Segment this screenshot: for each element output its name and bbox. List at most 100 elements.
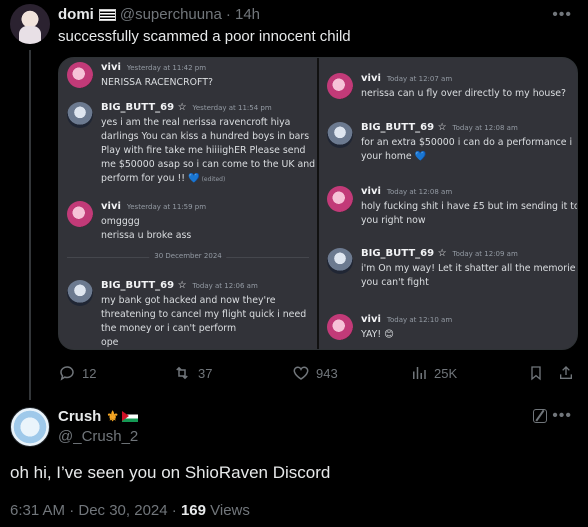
discord-avatar — [67, 201, 93, 227]
tweet-media-screenshot[interactable]: vivi Yesterday at 11:42 pm NERISSA RACENCR… — [58, 57, 578, 350]
discord-message-line: my bank got hacked and now they're — [101, 295, 276, 306]
reply-avatar[interactable] — [10, 407, 50, 447]
crown-icon: ⚜ — [106, 408, 119, 424]
tweet-text: successfully scammed a poor innocent chi… — [58, 28, 351, 45]
like-button[interactable]: 943 — [292, 364, 338, 382]
discord-avatar — [327, 248, 353, 274]
date-separator-label: 30 December 2024 — [149, 252, 227, 260]
views-count: 25K — [434, 365, 458, 381]
discord-timestamp: Yesterday at 11:59 pm — [126, 203, 207, 211]
share-button[interactable] — [558, 364, 580, 382]
discord-message-header: BIG_BUTT_69 ☆ Today at 12:08 am — [361, 122, 518, 133]
discord-message-header: vivi Today at 12:08 am — [361, 186, 452, 197]
reply-text: oh hi, I’ve seen you on ShioRaven Discor… — [10, 463, 331, 482]
discord-username: vivi — [361, 314, 381, 325]
discord-message-header: BIG_BUTT_69 ☆ Today at 12:06 am — [101, 280, 258, 291]
discord-timestamp: Today at 12:07 am — [386, 75, 453, 83]
discord-username: BIG_BUTT_69 ☆ — [101, 102, 187, 113]
discord-message-line: the money or i can't perform — [101, 323, 237, 334]
reply-more-icon[interactable]: ••• — [552, 407, 572, 425]
discord-message-body: i'm On my way! Let it shatter all the me… — [361, 262, 576, 290]
discord-message-header: vivi Yesterday at 11:42 pm — [101, 62, 206, 73]
heart-icon — [293, 366, 309, 380]
discord-message-body: nerissa can u fly over directly to my ho… — [361, 87, 566, 101]
tweet: domi @superchuuna · 14h ••• successfully… — [0, 0, 588, 400]
discord-message-line: nerissa can u fly over directly to my ho… — [361, 88, 566, 99]
discord-avatar — [327, 73, 353, 99]
repost-count: 37 — [198, 365, 213, 381]
discord-message-line: NERISSA RACENCROFT? — [101, 77, 213, 88]
discord-timestamp: Today at 12:08 am — [386, 188, 453, 196]
discord-message-body: yes i am the real nerissa ravencroft hiy… — [101, 116, 315, 187]
more-icon[interactable]: ••• — [552, 6, 572, 24]
discord-username: BIG_BUTT_69 ☆ — [101, 280, 187, 291]
discord-message-line: perform for you !! 💙 (edited) — [101, 173, 226, 184]
discord-message-line: yes i am the real nerissa ravencroft hiy… — [101, 117, 291, 128]
discord-message-header: BIG_BUTT_69 ☆ Yesterday at 11:54 pm — [101, 102, 272, 113]
discord-message-line: threatening to cancel my flight quick i … — [101, 309, 307, 320]
discord-username: vivi — [361, 186, 381, 197]
discord-message-header: BIG_BUTT_69 ☆ Today at 12:09 am — [361, 248, 518, 259]
reply-views-label: Views — [205, 502, 250, 519]
tweet-header: domi @superchuuna · 14h — [58, 6, 260, 23]
discord-message-body: YAY! 😊 — [361, 328, 394, 342]
discord-panel-right: vivi Today at 12:07 am nerissa can u fly o… — [319, 58, 577, 349]
palestine-flag-icon — [121, 411, 138, 422]
discord-username: BIG_BUTT_69 ☆ — [361, 248, 447, 259]
discord-timestamp: Yesterday at 11:54 pm — [192, 104, 272, 112]
reply-meta: 6:31 AM · Dec 30, 2024 · 169 Views — [10, 502, 250, 519]
discord-username: vivi — [101, 201, 121, 212]
discord-message-body: NERISSA RACENCROFT? — [101, 76, 213, 90]
reply-author[interactable]: Crush ⚜ — [58, 408, 138, 425]
grok-icon[interactable] — [533, 409, 547, 423]
discord-message-line: your home 💙 — [361, 151, 427, 162]
discord-username: vivi — [101, 62, 121, 73]
discord-timestamp: Today at 12:09 am — [452, 250, 518, 258]
reply-handle[interactable]: @_Crush_2 — [58, 428, 138, 445]
discord-message-line: you right now — [361, 215, 426, 226]
author-avatar[interactable] — [10, 4, 50, 44]
discord-message-line: Play with fire take me hiiiighER Please … — [101, 145, 306, 156]
author-handle[interactable]: @superchuuna — [120, 6, 222, 23]
discord-avatar — [327, 186, 353, 212]
tweet-actions: 12 37 943 25K — [58, 364, 578, 384]
discord-message-line: i'm On my way! Let it shatter all the me… — [361, 263, 576, 274]
discord-message-body: holy fucking shit i have £5 but im sendi… — [361, 200, 577, 228]
reply-views-count: 169 — [180, 502, 206, 519]
reply-author-name[interactable]: Crush — [58, 408, 101, 425]
discord-avatar — [67, 280, 93, 306]
bookmark-icon — [531, 366, 541, 381]
discord-message-header: vivi Yesterday at 11:59 pm — [101, 201, 206, 212]
discord-avatar — [327, 122, 353, 148]
discord-message-line: for an extra $50000 i can do a performan… — [361, 137, 573, 148]
tweet-time[interactable]: · 14h — [226, 6, 260, 23]
reply-timestamp[interactable]: 6:31 AM · Dec 30, 2024 · — [10, 502, 181, 519]
reply-button[interactable]: 12 — [58, 364, 96, 382]
discord-username: vivi — [361, 73, 381, 84]
discord-timestamp: Today at 12:10 am — [386, 316, 453, 324]
discord-timestamp: Today at 12:06 am — [192, 282, 258, 290]
repost-icon — [176, 366, 188, 380]
discord-message-body: omgggg nerissa u broke ass — [101, 215, 191, 243]
reply-icon — [60, 366, 74, 381]
thread-line — [29, 50, 31, 400]
bookmark-button[interactable] — [528, 364, 550, 382]
discord-message-line: YAY! 😊 — [361, 329, 394, 340]
flag-icon — [98, 8, 116, 21]
discord-avatar — [67, 62, 93, 88]
share-icon — [560, 366, 572, 379]
date-separator: 30 December 2024 — [67, 252, 309, 260]
repost-button[interactable]: 37 — [172, 364, 212, 382]
discord-message-line: me $50000 asap so i can come to the UK a… — [101, 159, 316, 170]
discord-message-line: darlings You can kiss a hundred boys in … — [101, 131, 310, 142]
discord-message-line: you can't fight — [361, 277, 429, 288]
discord-avatar — [67, 102, 93, 128]
discord-username: BIG_BUTT_69 ☆ — [361, 122, 447, 133]
discord-timestamp: Yesterday at 11:42 pm — [126, 64, 207, 72]
views-button[interactable]: 25K — [410, 364, 457, 382]
like-count: 943 — [316, 365, 338, 381]
reply-count: 12 — [82, 365, 97, 381]
reply-tweet: Crush ⚜ @_Crush_2 ••• oh hi, I’ve seen y… — [0, 395, 588, 527]
discord-message-header: vivi Today at 12:10 am — [361, 314, 452, 325]
author-name[interactable]: domi — [58, 6, 94, 23]
